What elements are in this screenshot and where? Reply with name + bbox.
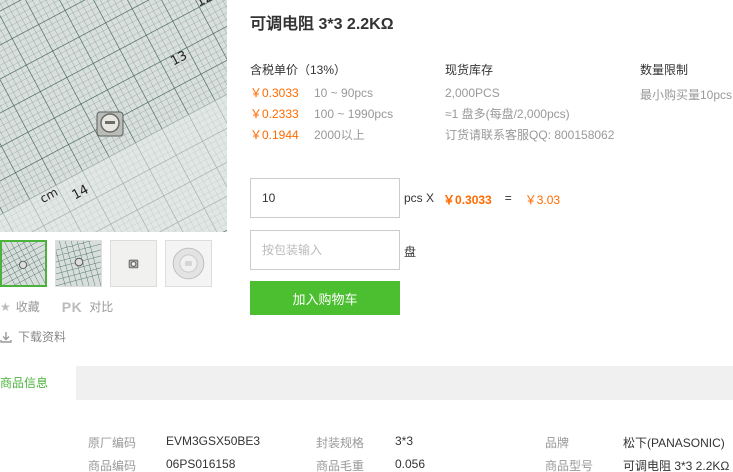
thumbnail-strip [0, 240, 212, 287]
product-title: 可调电阻 3*3 2.2KΩ [250, 16, 394, 33]
spec-value: 0.056 [395, 457, 426, 471]
spec-value: 可调电阻 3*3 2.2KΩ [623, 459, 730, 472]
tier-price: ￥0.1944 [250, 128, 299, 142]
add-to-cart-button[interactable]: 加入购物车 [250, 281, 400, 315]
compare-button[interactable]: PK 对比 [62, 298, 113, 315]
equals-sign: = [504, 191, 512, 205]
download-label: 下载资料 [18, 330, 67, 344]
stock-reel-info: ≈1 盘多(每盘/2,000pcs) [445, 107, 570, 121]
unit-label: pcs X [404, 191, 435, 205]
minimum-order: 最小购买量10pcs [640, 88, 733, 102]
price-tiers: ￥0.3033 10 ~ 90pcs ￥0.2333 100 ~ 1990pcs… [250, 86, 393, 149]
thumbnail-3[interactable] [110, 240, 157, 287]
spec-value: 06PS016158 [166, 457, 236, 471]
price-calculation: pcs X ￥0.3033 = ￥3.03 [404, 191, 560, 208]
stock-header: 现货库存 [445, 63, 494, 77]
spec-key: 封装规格 [316, 436, 365, 450]
spec-key: 商品毛重 [316, 459, 365, 472]
stock-quantity: 2,000PCS [445, 86, 500, 100]
download-docs-link[interactable]: 下载资料 [0, 328, 66, 345]
compare-label: 对比 [89, 300, 114, 314]
spec-key: 商品编码 [88, 459, 137, 472]
favorite-label: 收藏 [15, 300, 40, 314]
spec-item: 商品毛重 [316, 457, 364, 472]
spec-item: 品牌 [545, 434, 569, 451]
price-tier: ￥0.1944 2000以上 [250, 128, 393, 149]
download-icon [0, 331, 12, 343]
spec-value: EVM3GSX50BE3 [166, 434, 261, 448]
price-tier: ￥0.2333 100 ~ 1990pcs [250, 107, 393, 128]
star-icon: ★ [0, 299, 11, 314]
product-main-image[interactable]: 14 cm 13 12 [0, 0, 227, 232]
thumbnail-2[interactable] [55, 240, 102, 287]
tier-price: ￥0.3033 [250, 86, 299, 100]
spec-value: 3*3 [395, 434, 414, 448]
spec-value: 松下(PANASONIC) [623, 436, 725, 450]
spec-item: 原厂编码 [88, 434, 136, 451]
thumbnail-1[interactable] [0, 240, 47, 287]
tier-quantity: 2000以上 [314, 128, 365, 142]
thumbnail-4[interactable] [165, 240, 212, 287]
tier-quantity: 100 ~ 1990pcs [314, 107, 394, 121]
product-actions: ★ 收藏 PK 对比 [0, 298, 113, 315]
spec-key: 品牌 [545, 436, 570, 450]
stock-info: 2,000PCS ≈1 盘多(每盘/2,000pcs) 订货请联系客服QQ: 8… [445, 86, 614, 149]
favorite-button[interactable]: ★ 收藏 [0, 298, 40, 315]
package-quantity-input[interactable] [250, 230, 400, 270]
total-price: ￥3.03 [524, 193, 561, 207]
unit-price: ￥0.3033 [443, 193, 492, 207]
price-header: 含税单价（13%） [250, 63, 347, 77]
spec-item: 封装规格 [316, 434, 364, 451]
limit-header: 数量限制 [640, 63, 689, 77]
spec-item: 商品型号 [545, 457, 593, 472]
tab-product-info[interactable]: 商品信息 [0, 366, 76, 400]
pk-icon: PK [61, 298, 83, 315]
spec-key: 商品型号 [545, 459, 594, 472]
tier-price: ￥0.2333 [250, 107, 299, 121]
price-tier: ￥0.3033 10 ~ 90pcs [250, 86, 393, 107]
spec-item: 商品编码 [88, 457, 136, 472]
tier-quantity: 10 ~ 90pcs [314, 86, 374, 100]
stock-contact: 订货请联系客服QQ: 800158062 [445, 128, 615, 142]
quantity-input[interactable] [250, 178, 400, 218]
reel-unit-label: 盘 [404, 245, 417, 259]
spec-key: 原厂编码 [88, 436, 137, 450]
potentiometer-component [96, 111, 124, 137]
tab-bar: 商品信息 [0, 366, 733, 400]
